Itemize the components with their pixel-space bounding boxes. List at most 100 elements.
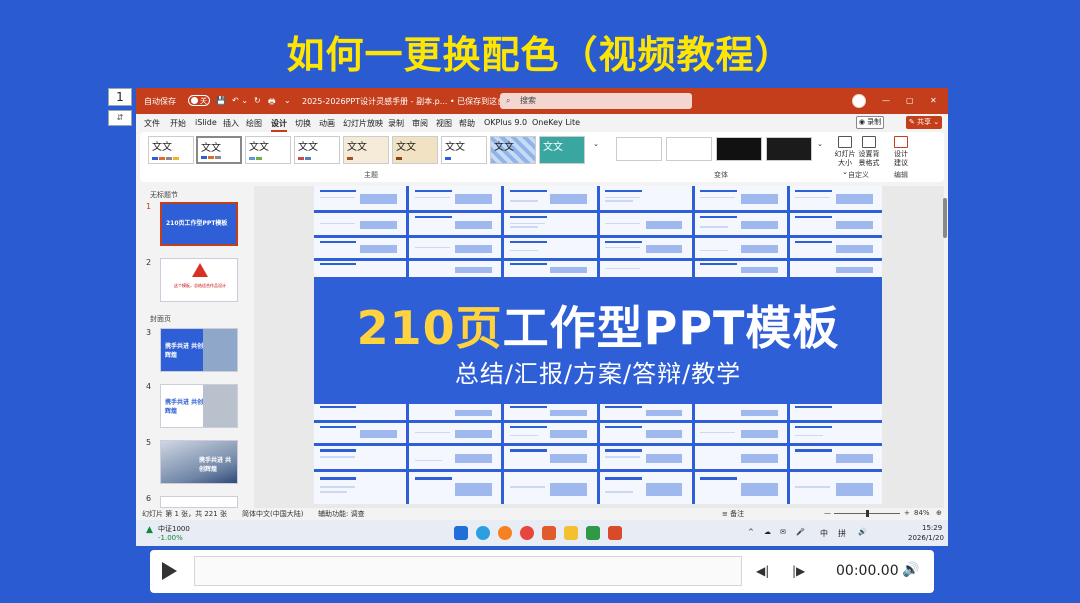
theme-option[interactable]: 文文 <box>441 136 487 164</box>
mail-icon[interactable]: ✉ <box>780 528 786 536</box>
app-icon[interactable] <box>542 526 556 540</box>
tab-design[interactable]: 设计 <box>271 118 287 132</box>
status-bar: 幻灯片 第 1 张，共 221 张 简体中文(中国大陆) 辅助功能: 调查 ≡ … <box>136 508 948 520</box>
tab-review[interactable]: 审阅 <box>412 118 428 129</box>
theme-option[interactable]: 文文 <box>245 136 291 164</box>
progress-bar[interactable] <box>194 556 742 586</box>
section-cover[interactable]: 封面页 <box>150 314 171 324</box>
accessibility-status[interactable]: 辅助功能: 调查 <box>318 509 365 519</box>
slide-thumbnail-1[interactable]: 210页工作型PPT模板 <box>160 202 238 246</box>
theme-more-icon[interactable]: ⌄ <box>592 140 600 149</box>
undo-icon[interactable]: ↶ ⌄ <box>232 96 248 105</box>
current-slide[interactable]: 210页工作型PPT模板 总结/汇报/方案/答辩/教学 <box>314 186 882 504</box>
zoom-out-button[interactable]: — <box>824 509 831 517</box>
clock-date[interactable]: 2026/1/20 <box>908 534 944 542</box>
page-number-box[interactable]: 1 <box>108 88 132 106</box>
chrome-icon[interactable] <box>520 526 534 540</box>
slide-thumbnail-4[interactable]: 携手共进 共创辉煌 <box>160 384 238 428</box>
tab-slideshow[interactable]: 幻灯片放映 <box>343 118 383 129</box>
share-button[interactable]: ✎ 共享 ⌄ <box>906 116 942 129</box>
thumb-number: 6 <box>146 494 152 503</box>
tab-animations[interactable]: 动画 <box>319 118 335 129</box>
theme-label: 文文 <box>298 142 318 153</box>
zoom-level[interactable]: 84% <box>914 509 930 517</box>
section-untitled[interactable]: 无标题节 <box>150 190 178 200</box>
tab-file[interactable]: 文件 <box>144 118 160 129</box>
rewind-icon[interactable]: ◀| <box>756 564 769 578</box>
theme-option[interactable]: 文文 <box>294 136 340 164</box>
close-icon[interactable]: ✕ <box>930 96 937 105</box>
avatar[interactable] <box>852 94 866 108</box>
slide-thumbnail-2[interactable]: 这个模板，总结适合作品设计 <box>160 258 238 302</box>
customize-qat-icon[interactable]: ⌄ <box>284 96 291 105</box>
clock-time[interactable]: 15:29 <box>922 524 942 532</box>
tab-home[interactable]: 开始 <box>170 118 186 129</box>
template-strip-7 <box>314 446 882 469</box>
tab-transitions[interactable]: 切换 <box>295 118 311 129</box>
theme-option[interactable]: 文文 <box>343 136 389 164</box>
tab-draw[interactable]: 绘图 <box>246 118 262 129</box>
toggle-knob <box>191 97 198 104</box>
scrollbar-thumb[interactable] <box>943 198 947 238</box>
autosave-state: 关 <box>200 97 207 105</box>
format-background-button[interactable]: 设置背 景格式 <box>858 136 880 168</box>
tab-insert[interactable]: 插入 <box>223 118 239 129</box>
microphone-icon[interactable]: 🎤 <box>796 528 805 536</box>
file-name[interactable]: 2025-2026PPT设计灵感手册 - 副本.p... • 已保存到这台电脑 … <box>302 96 530 107</box>
tab-view[interactable]: 视图 <box>436 118 452 129</box>
theme-option[interactable]: 文文 <box>148 136 194 164</box>
theme-option[interactable]: 文文 <box>539 136 585 164</box>
tab-islide[interactable]: iSlide <box>195 118 217 127</box>
autosave-toggle[interactable]: 关 <box>188 95 210 106</box>
tray-expand-icon[interactable]: ^ <box>748 528 754 536</box>
variant-option[interactable] <box>666 137 712 161</box>
tab-onekey[interactable]: OneKey Lite <box>532 118 580 127</box>
template-strip-8 <box>314 472 882 504</box>
notes-button[interactable]: ≡ 备注 <box>722 509 744 519</box>
tab-help[interactable]: 帮助 <box>459 118 475 129</box>
stock-name[interactable]: 中证1000 <box>158 524 190 534</box>
variant-option[interactable] <box>716 137 762 161</box>
cloud-icon[interactable]: ☁ <box>764 528 771 536</box>
search-app-icon[interactable] <box>498 526 512 540</box>
slide-thumbnails-pane: 无标题节 1 210页工作型PPT模板 2 这个模板，总结适合作品设计 封面页 … <box>140 186 252 508</box>
variant-option[interactable] <box>616 137 662 161</box>
app-green-icon[interactable] <box>586 526 600 540</box>
vertical-scrollbar[interactable] <box>942 186 948 508</box>
ime-pinyin[interactable]: 拼 <box>838 528 846 539</box>
zoom-slider-knob[interactable] <box>866 510 869 517</box>
slide-thumbnail-5[interactable]: 携手共进 共创辉煌 <box>160 440 238 484</box>
volume-icon[interactable]: 🔊 <box>902 562 919 578</box>
tab-okplus[interactable]: OKPlus 9.0 <box>484 118 527 127</box>
variant-more-icon[interactable]: ⌄ <box>816 140 824 149</box>
record-button[interactable]: ◉ 录制 <box>856 116 884 129</box>
variant-option[interactable] <box>766 137 812 161</box>
fit-slide-icon[interactable]: ⊕ <box>936 509 942 517</box>
theme-option[interactable]: 文文 <box>490 136 536 164</box>
edge-icon[interactable] <box>476 526 490 540</box>
print-icon[interactable]: 🖶 <box>268 96 276 110</box>
search-box[interactable]: ⌕ 搜索 <box>500 93 692 109</box>
theme-option[interactable]: 文文 <box>196 136 242 164</box>
language-indicator[interactable]: 简体中文(中国大陆) <box>242 509 303 519</box>
theme-option[interactable]: 文文 <box>392 136 438 164</box>
play-icon[interactable] <box>162 562 177 580</box>
group-theme-label: 主题 <box>364 171 378 179</box>
zoom-in-button[interactable]: + <box>904 509 910 517</box>
slide-thumbnail-6[interactable] <box>160 496 238 508</box>
volume-tray-icon[interactable]: 🔊 <box>858 528 867 536</box>
tab-record[interactable]: 录制 <box>388 118 404 129</box>
template-strip-top <box>314 186 882 210</box>
design-ideas-button[interactable]: 设计 建议 <box>890 136 912 168</box>
page-sub-box[interactable]: ⇵ <box>108 110 132 126</box>
maximize-icon[interactable]: ▢ <box>906 96 914 105</box>
ime-chinese[interactable]: 中 <box>820 528 828 539</box>
minimize-icon[interactable]: — <box>882 96 890 105</box>
file-explorer-icon[interactable] <box>564 526 578 540</box>
forward-icon[interactable]: |▶ <box>792 564 805 578</box>
windows-start-icon[interactable] <box>454 526 468 540</box>
save-icon[interactable]: 💾 <box>216 96 226 105</box>
slide-thumbnail-3[interactable]: 携手共进 共创辉煌 <box>160 328 238 372</box>
redo-icon[interactable]: ↻ <box>254 96 261 105</box>
powerpoint-icon[interactable] <box>608 526 622 540</box>
